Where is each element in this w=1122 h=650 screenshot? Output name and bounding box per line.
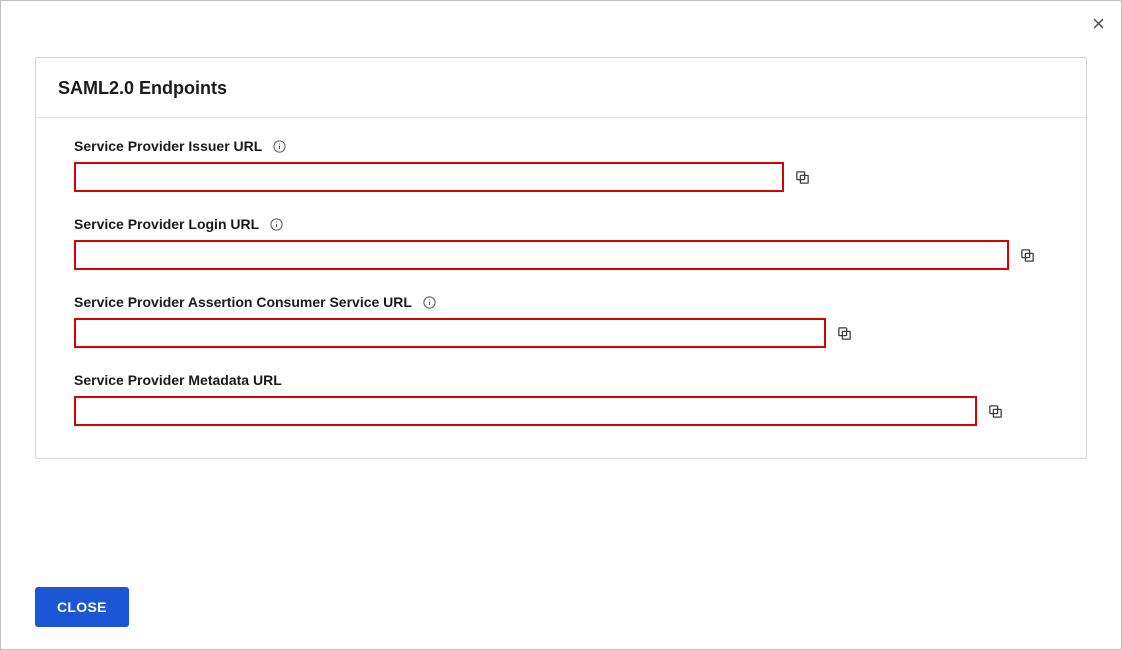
card-content: Service Provider Issuer URL <box>36 118 1086 458</box>
info-icon[interactable] <box>422 295 437 310</box>
issuer-label: Service Provider Issuer URL <box>74 138 262 154</box>
close-icon[interactable]: × <box>1092 13 1105 35</box>
copy-icon[interactable] <box>987 403 1004 420</box>
acs-url-value[interactable] <box>74 318 826 348</box>
field-input-row <box>74 318 1048 348</box>
field-label-row: Service Provider Login URL <box>74 216 1048 232</box>
modal-dialog: × SAML2.0 Endpoints Service Provider Iss… <box>0 0 1122 650</box>
close-button[interactable]: Close <box>35 587 129 627</box>
copy-icon[interactable] <box>1019 247 1036 264</box>
dialog-footer: Close <box>35 587 129 627</box>
field-label-row: Service Provider Metadata URL <box>74 372 1048 388</box>
copy-icon[interactable] <box>794 169 811 186</box>
info-icon[interactable] <box>269 217 284 232</box>
field-issuer: Service Provider Issuer URL <box>74 138 1048 192</box>
field-input-row <box>74 240 1048 270</box>
dialog-body: SAML2.0 Endpoints Service Provider Issue… <box>35 57 1087 459</box>
copy-icon[interactable] <box>836 325 853 342</box>
acs-label: Service Provider Assertion Consumer Serv… <box>74 294 412 310</box>
field-login: Service Provider Login URL <box>74 216 1048 270</box>
field-input-row <box>74 162 1048 192</box>
metadata-label: Service Provider Metadata URL <box>74 372 282 388</box>
field-acs: Service Provider Assertion Consumer Serv… <box>74 294 1048 348</box>
issuer-url-value[interactable] <box>74 162 784 192</box>
field-label-row: Service Provider Assertion Consumer Serv… <box>74 294 1048 310</box>
endpoints-card: SAML2.0 Endpoints Service Provider Issue… <box>35 57 1087 459</box>
card-header: SAML2.0 Endpoints <box>36 58 1086 118</box>
card-title: SAML2.0 Endpoints <box>58 78 227 98</box>
field-label-row: Service Provider Issuer URL <box>74 138 1048 154</box>
login-label: Service Provider Login URL <box>74 216 259 232</box>
login-url-value[interactable] <box>74 240 1009 270</box>
field-metadata: Service Provider Metadata URL <box>74 372 1048 426</box>
metadata-url-value[interactable] <box>74 396 977 426</box>
field-input-row <box>74 396 1048 426</box>
info-icon[interactable] <box>272 139 287 154</box>
